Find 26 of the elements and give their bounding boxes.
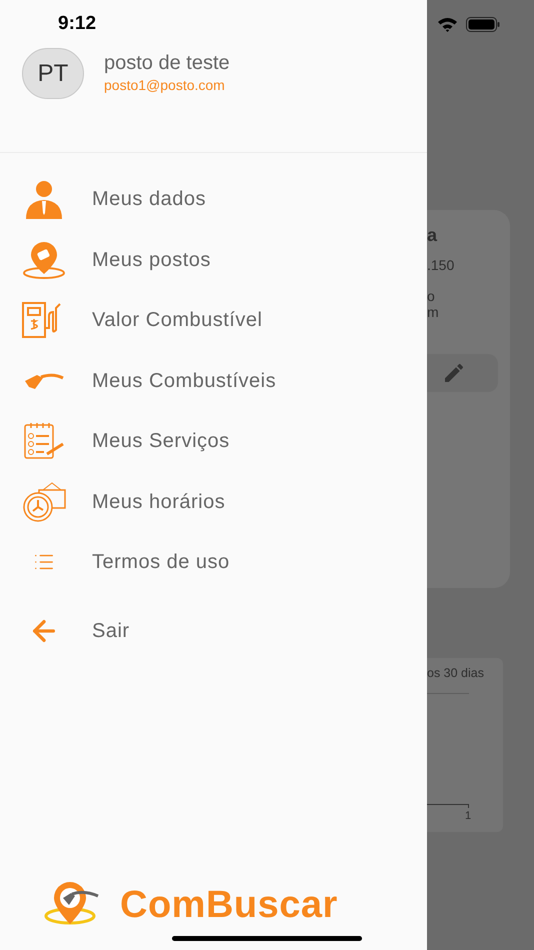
clock-icon xyxy=(21,482,67,522)
card-title: a xyxy=(427,224,438,246)
status-time: 9:12 xyxy=(58,12,96,36)
fuel-pin-icon xyxy=(21,240,67,280)
profile-name: posto de teste xyxy=(104,51,230,75)
edit-button[interactable] xyxy=(427,354,498,392)
profile-email: posto1@posto.com xyxy=(104,76,226,95)
menu-item[interactable]: Termos de uso xyxy=(21,532,230,592)
chart-caption: os 30 dias xyxy=(427,665,485,682)
menu-item[interactable]: Meus postos xyxy=(21,230,211,290)
avatar: PT xyxy=(22,48,84,99)
menu-item[interactable]: Meus dados xyxy=(21,169,206,230)
card-text: o xyxy=(427,288,436,304)
wifi-icon xyxy=(437,16,458,32)
menu-item[interactable]: Meus horários xyxy=(21,472,226,532)
card-text: .150 xyxy=(427,256,456,274)
card-text: m xyxy=(427,304,440,320)
menu-item[interactable]: Sair xyxy=(21,600,130,660)
battery-icon xyxy=(466,16,500,32)
menu-item[interactable]: Meus Combustíveis xyxy=(21,350,276,411)
menu-item[interactable]: Meus Serviços xyxy=(21,411,230,472)
menu-item[interactable]: Valor Combustível xyxy=(21,290,262,350)
fuel-nozzle-icon xyxy=(23,372,65,390)
axis-tick-label: 1 xyxy=(464,808,472,824)
pencil-icon xyxy=(442,361,466,385)
logo-text: ComBuscar xyxy=(120,882,338,928)
